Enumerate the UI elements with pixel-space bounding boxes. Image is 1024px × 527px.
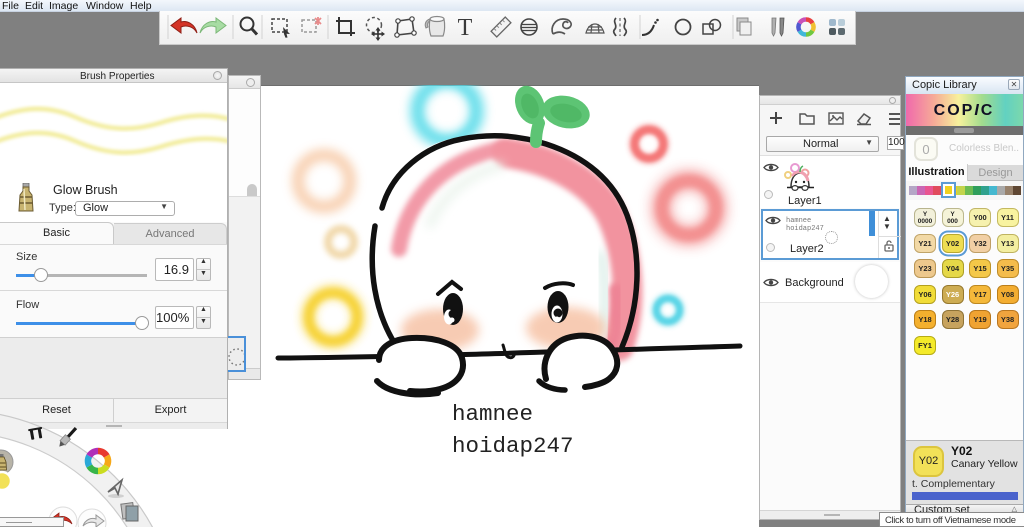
svg-text:T: T	[458, 15, 473, 41]
svg-text:COPIC: COPIC	[934, 102, 995, 119]
svg-text:hamnee: hamnee	[452, 401, 533, 427]
svg-text:hoidap247: hoidap247	[452, 433, 574, 459]
